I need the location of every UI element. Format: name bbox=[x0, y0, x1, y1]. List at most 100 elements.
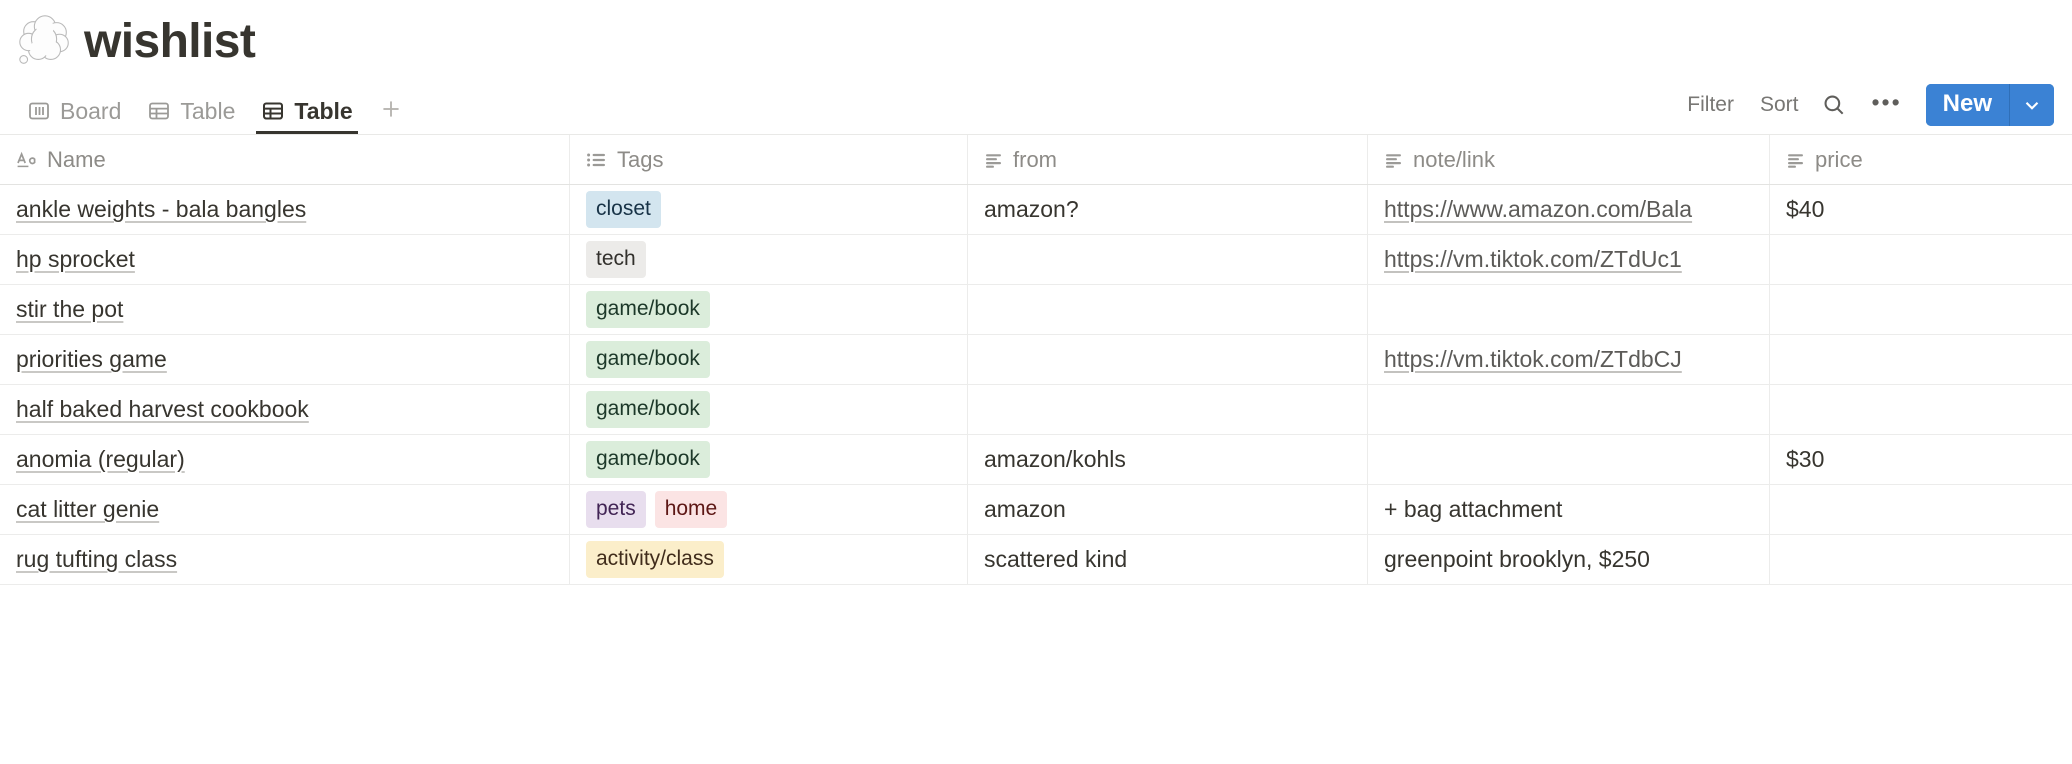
cell-from[interactable]: amazon/kohls bbox=[968, 435, 1368, 484]
cell-tags[interactable]: game/book bbox=[570, 285, 968, 334]
row-title-link[interactable]: priorities game bbox=[16, 346, 167, 373]
cell-note-link[interactable]: https://www.amazon.com/Bala bbox=[1368, 185, 1770, 234]
table-row[interactable]: cat litter genie pets home amazon + bag atta… bbox=[0, 485, 2072, 535]
cell-tags[interactable]: activity/class bbox=[570, 535, 968, 584]
view-tab-board[interactable]: Board bbox=[14, 99, 134, 134]
view-tab-table-2[interactable]: Table bbox=[248, 99, 365, 134]
cell-price[interactable] bbox=[1770, 235, 2072, 284]
cell-note-link[interactable]: + bag attachment bbox=[1368, 485, 1770, 534]
table-row[interactable]: ankle weights - bala bangles closet amazon… bbox=[0, 185, 2072, 235]
cell-from[interactable] bbox=[968, 335, 1368, 384]
table-row[interactable]: stir the pot game/book bbox=[0, 285, 2072, 335]
tag-list: closet bbox=[586, 191, 661, 228]
row-title-link[interactable]: stir the pot bbox=[16, 296, 123, 323]
add-view-button[interactable] bbox=[366, 96, 414, 134]
cell-from[interactable] bbox=[968, 385, 1368, 434]
column-header-from[interactable]: from bbox=[968, 135, 1368, 184]
cell-name[interactable]: anomia (regular) bbox=[0, 435, 570, 484]
cell-name[interactable]: cat litter genie bbox=[0, 485, 570, 534]
cell-from[interactable]: amazon bbox=[968, 485, 1368, 534]
view-tab-table-1-label: Table bbox=[180, 97, 236, 124]
row-title-link[interactable]: ankle weights - bala bangles bbox=[16, 196, 306, 223]
sort-button[interactable]: Sort bbox=[1747, 87, 1812, 123]
table-row[interactable]: rug tufting class activity/class scattered… bbox=[0, 535, 2072, 585]
column-header-name[interactable]: Name bbox=[0, 135, 570, 184]
note-url-link[interactable]: https://vm.tiktok.com/ZTdbCJ bbox=[1384, 346, 1682, 373]
tag-chip[interactable]: game/book bbox=[586, 291, 710, 328]
cell-note-link[interactable]: https://vm.tiktok.com/ZTdbCJ bbox=[1368, 335, 1770, 384]
cell-price[interactable] bbox=[1770, 385, 2072, 434]
column-header-tags[interactable]: Tags bbox=[570, 135, 968, 184]
cell-name[interactable]: priorities game bbox=[0, 335, 570, 384]
cell-price[interactable] bbox=[1770, 285, 2072, 334]
table-row[interactable]: anomia (regular) game/book amazon/kohls $30 bbox=[0, 435, 2072, 485]
new-button[interactable]: New bbox=[1925, 84, 2010, 126]
column-header-note-link[interactable]: note/link bbox=[1368, 135, 1770, 184]
tag-chip[interactable]: activity/class bbox=[586, 541, 724, 578]
cell-name[interactable]: ankle weights - bala bangles bbox=[0, 185, 570, 234]
table-row[interactable]: half baked harvest cookbook game/book bbox=[0, 385, 2072, 435]
row-title-link[interactable]: anomia (regular) bbox=[16, 446, 185, 473]
cell-name[interactable]: hp sprocket bbox=[0, 235, 570, 284]
text-type-icon bbox=[984, 150, 1004, 170]
cell-from[interactable] bbox=[968, 285, 1368, 334]
note-text: + bag attachment bbox=[1384, 496, 1563, 522]
column-header-price[interactable]: price bbox=[1770, 135, 2072, 184]
tag-list: game/book bbox=[586, 441, 710, 478]
tag-list: game/book bbox=[586, 391, 710, 428]
page-header: wishlist bbox=[0, 0, 2072, 78]
tag-chip[interactable]: closet bbox=[586, 191, 661, 228]
row-title-link[interactable]: rug tufting class bbox=[16, 546, 177, 573]
cell-tags[interactable]: game/book bbox=[570, 435, 968, 484]
cell-from[interactable] bbox=[968, 235, 1368, 284]
row-title-link[interactable]: half baked harvest cookbook bbox=[16, 396, 309, 423]
tag-chip[interactable]: pets bbox=[586, 491, 646, 528]
cell-tags[interactable]: tech bbox=[570, 235, 968, 284]
tag-chip[interactable]: tech bbox=[586, 241, 646, 278]
cell-note-link[interactable]: greenpoint brooklyn, $250 bbox=[1368, 535, 1770, 584]
more-options-button[interactable]: ••• bbox=[1857, 90, 1915, 120]
row-title-link[interactable]: cat litter genie bbox=[16, 496, 159, 523]
table-row[interactable]: priorities game game/book https://vm.tikto… bbox=[0, 335, 2072, 385]
cell-price[interactable] bbox=[1770, 535, 2072, 584]
cell-note-link[interactable] bbox=[1368, 385, 1770, 434]
cell-note-link[interactable] bbox=[1368, 285, 1770, 334]
cell-tags[interactable]: game/book bbox=[570, 335, 968, 384]
table-header-row: Name Tags from note/link price bbox=[0, 135, 2072, 185]
cell-note-link[interactable]: https://vm.tiktok.com/ZTdUc1 bbox=[1368, 235, 1770, 284]
cell-tags[interactable]: closet bbox=[570, 185, 968, 234]
column-header-from-label: from bbox=[1013, 146, 1057, 172]
text-type-icon bbox=[1384, 150, 1404, 170]
tag-list: game/book bbox=[586, 341, 710, 378]
cell-price[interactable]: $30 bbox=[1770, 435, 2072, 484]
note-url-link[interactable]: https://vm.tiktok.com/ZTdUc1 bbox=[1384, 246, 1682, 273]
column-header-price-label: price bbox=[1815, 146, 1863, 172]
cell-note-link[interactable] bbox=[1368, 435, 1770, 484]
cell-tags[interactable]: pets home bbox=[570, 485, 968, 534]
cell-price[interactable]: $40 bbox=[1770, 185, 2072, 234]
cell-from[interactable]: scattered kind bbox=[968, 535, 1368, 584]
cell-name[interactable]: stir the pot bbox=[0, 285, 570, 334]
search-icon[interactable] bbox=[1811, 87, 1857, 123]
note-url-link[interactable]: https://www.amazon.com/Bala bbox=[1384, 196, 1692, 223]
cell-name[interactable]: half baked harvest cookbook bbox=[0, 385, 570, 434]
text-type-icon bbox=[1786, 150, 1806, 170]
table-row[interactable]: hp sprocket tech https://vm.tiktok.com/ZTd… bbox=[0, 235, 2072, 285]
column-header-tags-label: Tags bbox=[617, 146, 664, 172]
filter-button[interactable]: Filter bbox=[1674, 87, 1747, 123]
tag-list: game/book bbox=[586, 291, 710, 328]
chevron-down-icon[interactable] bbox=[2010, 84, 2054, 126]
tag-chip[interactable]: game/book bbox=[586, 391, 710, 428]
cell-price[interactable] bbox=[1770, 485, 2072, 534]
cell-price[interactable] bbox=[1770, 335, 2072, 384]
view-tab-table-1[interactable]: Table bbox=[134, 99, 248, 134]
cell-name[interactable]: rug tufting class bbox=[0, 535, 570, 584]
tag-chip[interactable]: game/book bbox=[586, 341, 710, 378]
tag-chip[interactable]: game/book bbox=[586, 441, 710, 478]
tag-chip[interactable]: home bbox=[654, 491, 728, 528]
cell-tags[interactable]: game/book bbox=[570, 385, 968, 434]
cell-from[interactable]: amazon? bbox=[968, 185, 1368, 234]
row-title-link[interactable]: hp sprocket bbox=[16, 246, 135, 273]
view-tab-table-2-label: Table bbox=[294, 97, 353, 124]
tag-list: tech bbox=[586, 241, 646, 278]
